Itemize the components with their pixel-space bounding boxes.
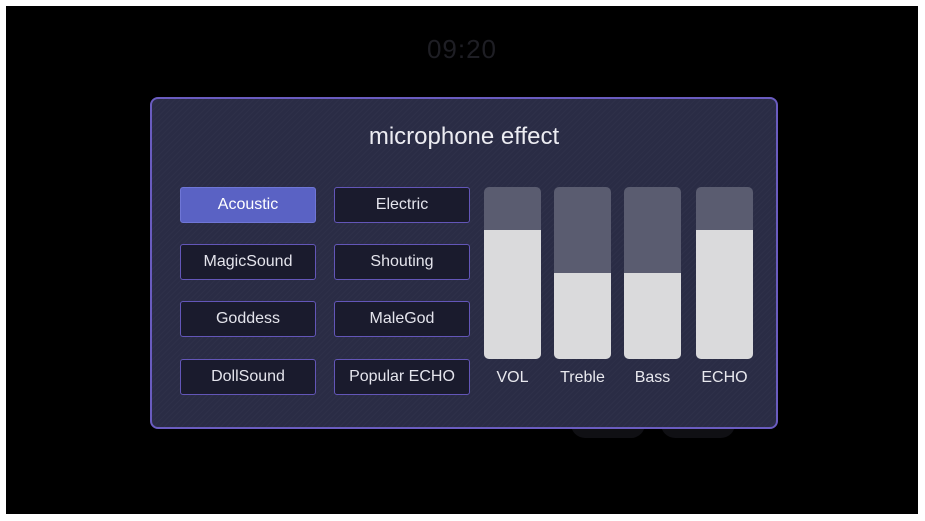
preset-acoustic-button[interactable]: Acoustic <box>180 187 316 223</box>
treble-label: Treble <box>560 369 605 386</box>
treble-slider-fill <box>554 273 611 359</box>
bass-label: Bass <box>634 369 671 386</box>
vol-slider[interactable] <box>484 187 541 359</box>
echo-label: ECHO <box>701 369 748 386</box>
preset-dollsound-button[interactable]: DollSound <box>180 359 316 395</box>
bass-slider-fill <box>624 273 681 359</box>
echo-slider-fill <box>696 230 753 359</box>
clock-time: 09:20 <box>426 34 498 64</box>
vol-slider-fill <box>484 230 541 359</box>
preset-goddess-button[interactable]: Goddess <box>180 301 316 337</box>
preset-magicsound-button[interactable]: MagicSound <box>180 244 316 280</box>
bass-slider[interactable] <box>624 187 681 359</box>
preset-popular-echo-button[interactable]: Popular ECHO <box>334 359 470 395</box>
preset-electric-button[interactable]: Electric <box>334 187 470 223</box>
microphone-effect-dialog: microphone effect Acoustic Electric Magi… <box>150 97 778 429</box>
treble-slider[interactable] <box>554 187 611 359</box>
vol-label: VOL <box>496 369 529 386</box>
dialog-title: microphone effect <box>368 123 560 150</box>
preset-shouting-button[interactable]: Shouting <box>334 244 470 280</box>
echo-slider[interactable] <box>696 187 753 359</box>
tv-screen: 09:20 microphone effect Acoustic Electri… <box>6 6 918 514</box>
preset-malegod-button[interactable]: MaleGod <box>334 301 470 337</box>
